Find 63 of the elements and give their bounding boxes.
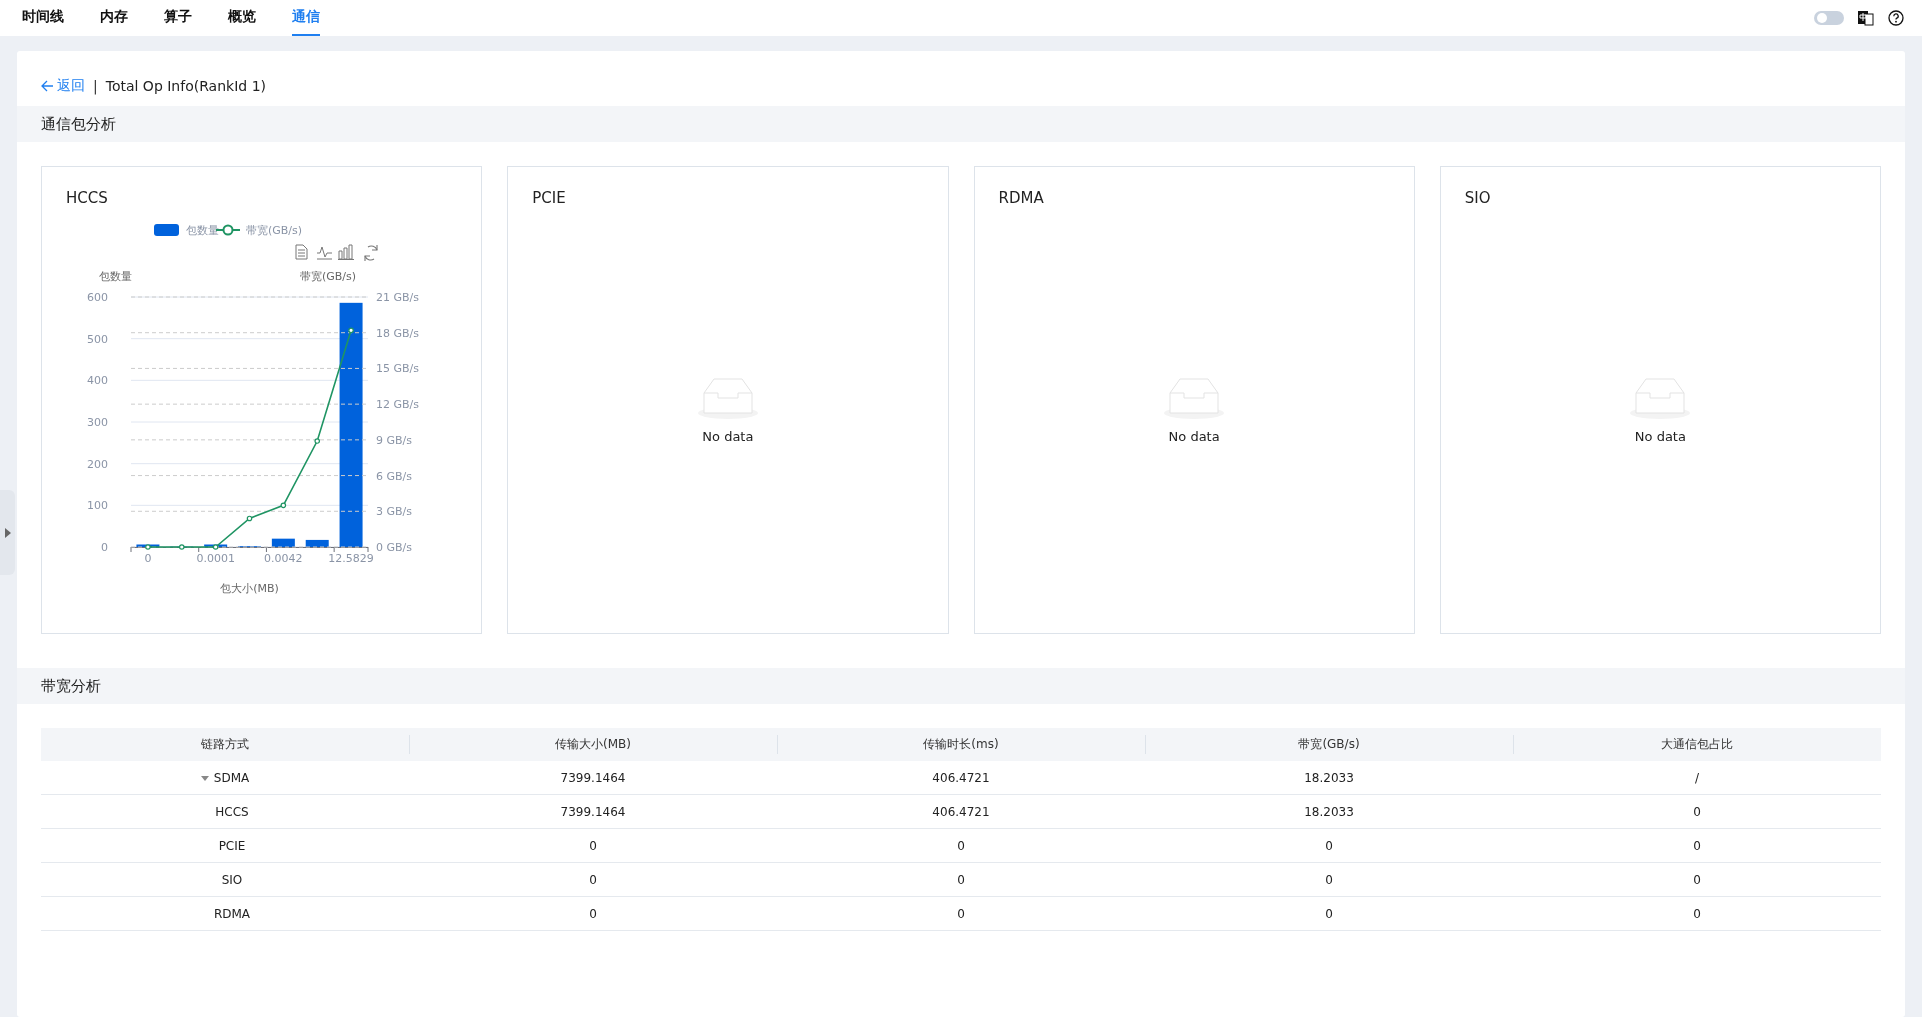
table-cell: SDMA (213, 770, 250, 785)
axis-tick-label: 600 (87, 291, 108, 304)
axis-tick-label: 300 (87, 416, 108, 429)
breadcrumb-separator: | (93, 77, 98, 94)
card-title: PCIE (531, 188, 567, 209)
column-header: 传输大小(MB) (555, 737, 631, 751)
axis-tick-label: 15 GB/s (376, 362, 419, 376)
table-cell: 0 (1693, 838, 1701, 853)
table-cell: 0 (1693, 872, 1701, 887)
table-cell: 0 (589, 838, 597, 853)
axis-tick-label: 0 (101, 541, 108, 554)
axis-tick-label: 12 GB/s (376, 398, 419, 412)
axis-tick-label: 12.5829 (328, 552, 374, 565)
table-cell: 18.2033 (1304, 804, 1354, 819)
card-title: SIO (1463, 188, 1492, 209)
table-cell: / (1694, 770, 1699, 785)
table-cell: 0 (1693, 906, 1701, 921)
axis-tick-label: 200 (87, 457, 108, 471)
column-header: 大通信包占比 (1661, 737, 1733, 751)
axis-title: 包数量 (99, 270, 132, 283)
table-cell: 0 (1693, 804, 1701, 819)
table-cell: 0 (589, 906, 597, 921)
axis-tick-label: 500 (87, 332, 108, 346)
table-cell: 406.4721 (932, 770, 990, 785)
axis-tick-label: 9 GB/s (376, 433, 412, 447)
table-cell: 0 (1325, 838, 1333, 853)
empty-text: No data (702, 428, 754, 444)
table-cell-text: SIO (220, 872, 243, 887)
column-header: 链路方式 (201, 737, 249, 751)
axis-tick-label: 0 (144, 552, 152, 565)
table-cell-text: PCIE (217, 838, 246, 853)
table-cell: 7399.1464 (560, 770, 626, 785)
table-cell: 0 (589, 872, 597, 887)
column-header: 带宽(GB/s) (1298, 737, 1360, 751)
table-cell: 0 (957, 838, 965, 853)
section-header: 带宽分析 (17, 668, 1905, 704)
table-cell: 7399.1464 (560, 804, 626, 819)
empty-text: No data (1634, 428, 1686, 444)
axis-tick-label: 400 (87, 374, 108, 388)
axis-tick-label: 0.0042 (264, 552, 303, 565)
table-cell: 0 (1325, 906, 1333, 921)
axis-tick-label: 100 (87, 499, 108, 513)
table-cell: 0 (1325, 872, 1333, 887)
card-title: HCCS (65, 188, 109, 209)
axis-tick-label: 3 GB/s (376, 505, 412, 519)
table-cell-text: HCCS (214, 804, 249, 819)
table-cell: 406.4721 (932, 804, 990, 819)
column-header: 传输时长(ms) (923, 737, 999, 751)
axis-title: 带宽(GB/s) (299, 270, 356, 283)
axis-tick-label: 21 GB/s (376, 291, 419, 304)
axis-tick-label: 18 GB/s (376, 326, 419, 340)
axis-tick-label: 0.0001 (196, 552, 235, 565)
empty-text: No data (1168, 428, 1220, 444)
table-cell: 0 (957, 872, 965, 887)
axis-tick-label: 6 GB/s (376, 469, 412, 483)
table-cell-text: RDMA (212, 906, 251, 921)
axis-tick-label: 0 GB/s (376, 541, 412, 554)
table-cell: 18.2033 (1304, 770, 1354, 785)
card-title: RDMA (997, 188, 1045, 209)
axis-title: 包大小(MB) (220, 582, 279, 595)
section-header: 通信包分析 (17, 106, 1905, 142)
table-cell: 0 (957, 906, 965, 921)
page-title: Total Op Info(RankId 1) (105, 77, 266, 94)
